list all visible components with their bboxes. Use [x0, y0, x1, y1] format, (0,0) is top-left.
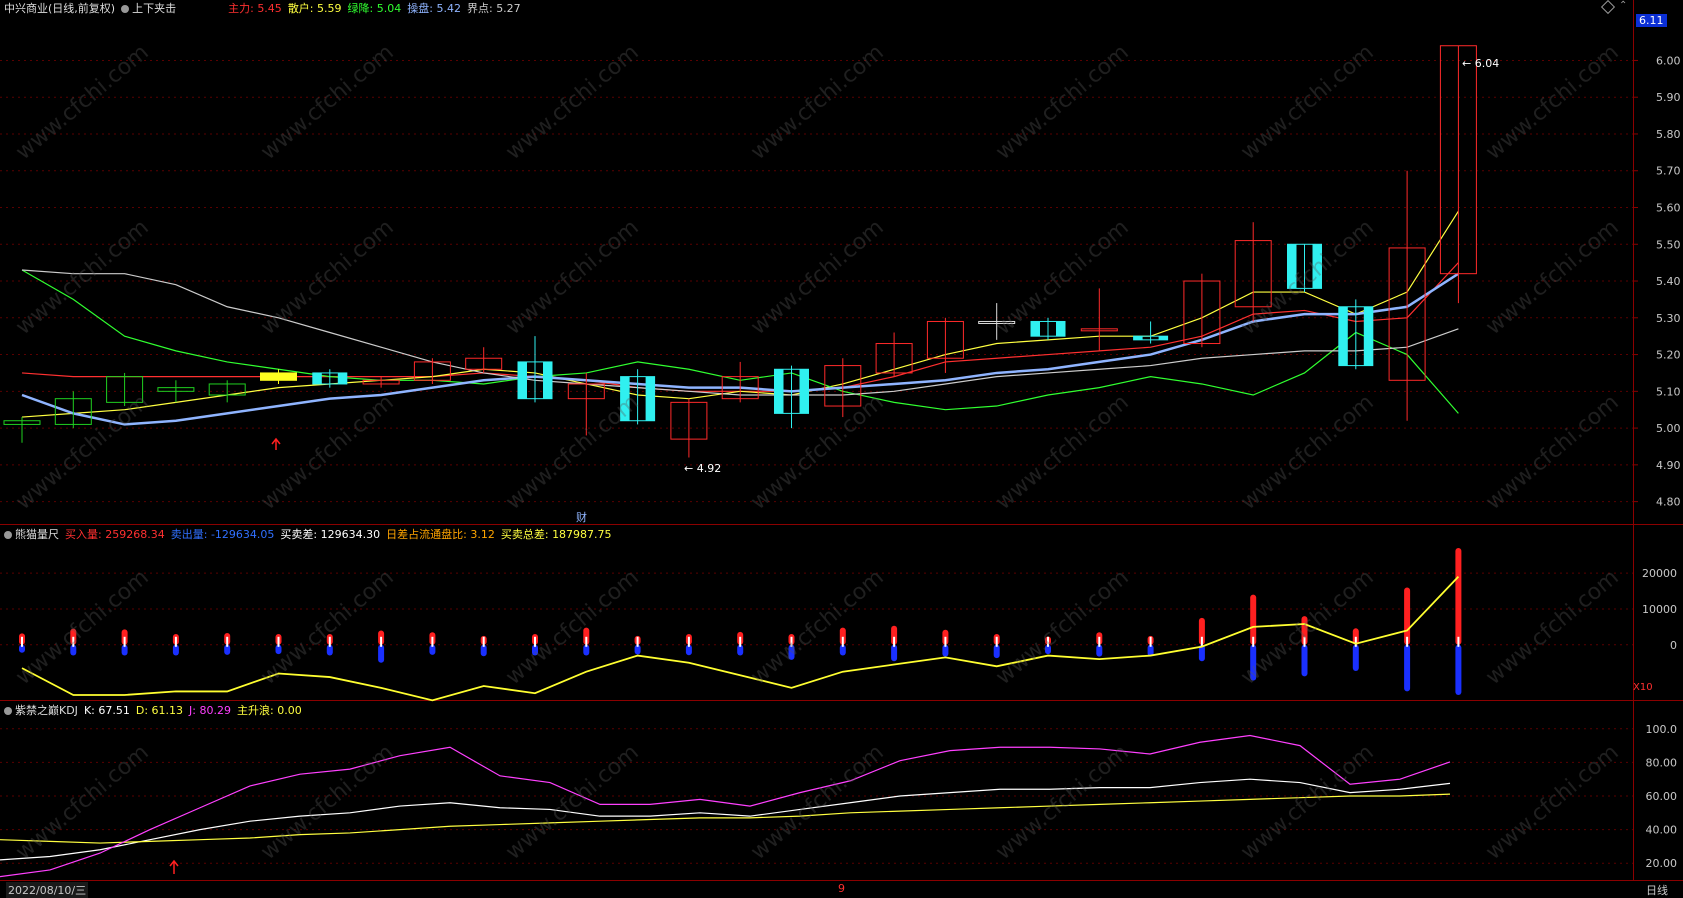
- y-tick-label: 20000: [1642, 567, 1677, 580]
- candle-body: [312, 372, 322, 384]
- diff-bar: [995, 636, 998, 647]
- sell-bar: [378, 644, 385, 663]
- y-tick-label: 5.50: [1656, 238, 1681, 251]
- y-tick-label: 40.00: [1646, 824, 1678, 837]
- buy-arrow-icon: [169, 859, 179, 874]
- candle-body: [337, 372, 347, 384]
- chart-canvas[interactable]: 6.00 5.90 5.80 5.70 5.60 5.50 5.40 5.30 5.20 5.10…: [0, 0, 1683, 880]
- candle-body: [799, 369, 809, 414]
- diff-bar: [482, 636, 485, 647]
- kdj-line-J: [0, 734, 1451, 878]
- y-tick-label: 5.60: [1656, 202, 1681, 215]
- diff-bar: [893, 636, 896, 647]
- footer-bar: 2022/08/10/三 9 日线: [0, 880, 1683, 898]
- buy-bar: [1455, 548, 1462, 645]
- sell-bar: [1455, 644, 1462, 695]
- event-mark: 财: [576, 510, 587, 524]
- y-tick-label: 20.00: [1646, 857, 1678, 870]
- y-tick-label: 5.30: [1656, 312, 1681, 325]
- diff-bar: [790, 636, 793, 647]
- candle-body: [1133, 336, 1143, 340]
- sell-bar: [788, 644, 795, 660]
- high-price-label: ← 6.04: [1462, 57, 1499, 70]
- month-mark: 9: [838, 882, 845, 895]
- sell-bar: [1352, 644, 1359, 671]
- y-tick-label: 4.90: [1656, 459, 1681, 472]
- candle-body: [543, 361, 552, 399]
- y-tick-label: 5.00: [1656, 422, 1681, 435]
- diff-bar: [739, 636, 742, 647]
- buy-arrow-icon: [271, 437, 281, 450]
- candle-body: [1031, 321, 1040, 337]
- diff-bar: [328, 636, 331, 647]
- diff-bar: [841, 636, 844, 647]
- kdj-line-K: [0, 778, 1451, 861]
- diff-bar: [944, 636, 947, 647]
- candle-body: [1056, 321, 1065, 337]
- y-tick-label: 0: [1670, 639, 1677, 652]
- diff-bar: [174, 636, 177, 647]
- candle-body: [1312, 244, 1322, 289]
- diff-bar: [1149, 636, 1152, 647]
- candle-body: [518, 361, 527, 399]
- y-tick-label: 5.70: [1656, 165, 1681, 178]
- candle-body: [620, 376, 630, 421]
- diff-bar: [72, 636, 75, 647]
- diff-bar: [21, 636, 23, 647]
- diff-bar: [380, 636, 383, 647]
- y-tick-label: 5.20: [1656, 349, 1681, 362]
- diff-bar: [226, 636, 229, 647]
- candle-body: [260, 372, 297, 381]
- y-tick-label: 5.40: [1656, 275, 1681, 288]
- y-tick-label: 60.00: [1646, 790, 1678, 803]
- diff-bar: [123, 636, 126, 647]
- diff-bar: [687, 636, 690, 647]
- diff-bar: [1200, 636, 1203, 647]
- sell-bar: [891, 644, 898, 662]
- candle-body: [645, 376, 655, 421]
- sell-bar: [1301, 644, 1308, 677]
- diff-bar: [431, 636, 434, 647]
- candle-body: [1287, 244, 1297, 289]
- y-tick-label: 10000: [1642, 603, 1677, 616]
- diff-bar: [534, 636, 536, 647]
- y-tick-label: 6.00: [1656, 54, 1681, 67]
- scale-label: X10: [1633, 682, 1653, 693]
- buy-bar: [1404, 587, 1411, 645]
- diff-bar: [1252, 636, 1255, 647]
- current-date: 2022/08/10/三: [6, 882, 89, 898]
- diff-bar: [585, 636, 588, 647]
- sell-bar: [1404, 644, 1411, 692]
- diff-bar: [1457, 636, 1460, 647]
- candle-body: [1363, 306, 1373, 366]
- y-tick-label: 5.90: [1656, 91, 1681, 104]
- kdj-line-D: [0, 793, 1451, 844]
- y-tick-label: 80.00: [1646, 756, 1678, 769]
- diff-bar: [1354, 636, 1357, 647]
- diff-bar: [1098, 636, 1101, 647]
- low-price-label: ← 4.92: [684, 462, 721, 475]
- candle-body: [774, 369, 784, 414]
- diff-bar: [1047, 636, 1049, 647]
- y-tick-label: 100.0: [1646, 723, 1678, 736]
- candle-body: [1158, 336, 1168, 340]
- y-tick-label: 4.80: [1656, 496, 1681, 509]
- diff-bar: [1303, 636, 1306, 647]
- period-label[interactable]: 日线: [1646, 882, 1668, 898]
- diff-bar: [1406, 636, 1409, 647]
- sell-bar: [1250, 644, 1257, 681]
- y-tick-label: 5.80: [1656, 128, 1681, 141]
- y-tick-label: 5.10: [1656, 385, 1681, 398]
- candle-body: [1338, 306, 1348, 366]
- diff-bar: [636, 636, 639, 647]
- diff-bar: [277, 636, 280, 647]
